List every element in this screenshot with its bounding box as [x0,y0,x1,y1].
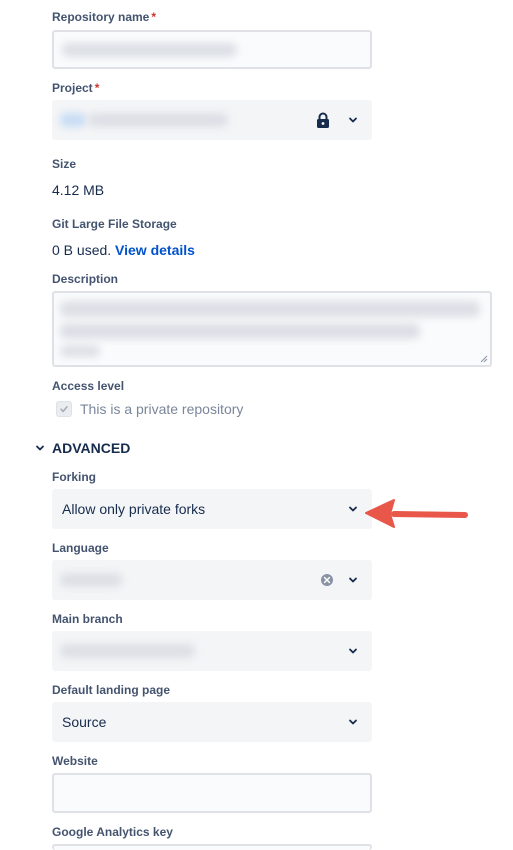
private-repository-label: This is a private repository [80,401,244,417]
redacted-value [60,323,420,339]
forking-select[interactable]: Allow only private forks [52,489,372,529]
view-details-link[interactable]: View details [115,242,195,258]
website-input[interactable] [52,773,372,813]
chevron-down-icon[interactable] [347,645,359,657]
chevron-down-icon[interactable] [347,114,359,126]
chevron-down-icon [36,445,44,451]
required-mark: * [94,81,100,95]
main-branch-label: Main branch [52,612,123,626]
repository-name-input[interactable] [52,30,372,69]
website-label: Website [52,754,98,768]
advanced-section-toggle[interactable]: ADVANCED [34,440,130,456]
redacted-value [60,644,195,658]
redacted-project-avatar [60,113,86,127]
chevron-down-icon[interactable] [347,574,359,586]
size-value: 4.12 MB [52,182,105,198]
language-select[interactable] [52,560,372,600]
project-label-text: Project [52,81,93,95]
redacted-value [60,301,480,317]
google-analytics-label: Google Analytics key [52,825,173,839]
private-repository-checkbox-row: This is a private repository [56,401,243,417]
project-select[interactable] [52,100,372,140]
advanced-section-title: ADVANCED [52,440,131,456]
description-label: Description [52,272,119,286]
chevron-down-icon[interactable] [347,503,359,515]
resize-handle-icon[interactable] [480,355,488,363]
lock-icon [317,112,329,128]
project-label: Project * [52,81,99,95]
default-landing-page-label: Default landing page [52,683,171,697]
forking-selected-value: Allow only private forks [62,501,206,517]
repository-name-label: Repository name * [52,10,156,24]
redacted-value [62,43,237,57]
clear-icon[interactable] [320,573,334,587]
lfs-value: 0 B used. View details [52,242,195,258]
lfs-label: Git Large File Storage [52,217,177,231]
repository-name-label-text: Repository name [52,10,150,24]
redacted-value [60,573,122,587]
main-branch-select[interactable] [52,631,372,671]
redacted-value [60,345,100,357]
landing-page-selected-value: Source [62,714,107,730]
default-landing-page-select[interactable]: Source [52,702,372,742]
size-label: Size [52,157,77,171]
check-icon [60,406,68,413]
language-label: Language [52,541,109,555]
forking-label: Forking [52,470,96,484]
private-repository-checkbox [56,401,72,417]
arrow-icon [365,499,468,528]
required-mark: * [151,10,157,24]
chevron-down-icon[interactable] [347,716,359,728]
access-level-label: Access level [52,379,125,393]
description-textarea[interactable] [52,291,492,367]
google-analytics-input[interactable] [52,844,372,850]
lfs-used-text: 0 B used. [52,242,112,258]
redacted-value [88,113,228,127]
